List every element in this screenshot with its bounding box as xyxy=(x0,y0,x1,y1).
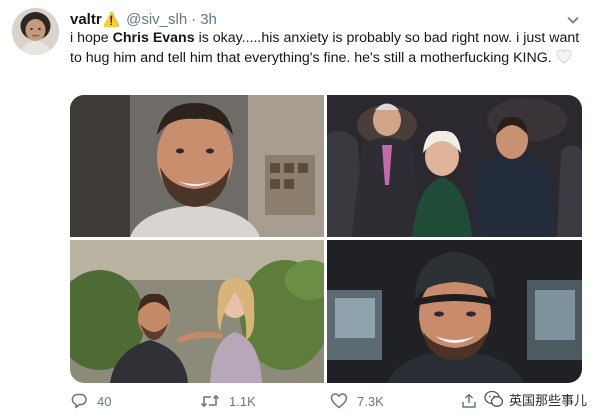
photo-event-crowd xyxy=(327,95,582,237)
mentioned-name: Chris Evans xyxy=(112,30,195,46)
media-photo-3[interactable] xyxy=(70,240,324,383)
retweet-count: 1.1K xyxy=(229,393,256,409)
warning-emoji-icon: ⚠️ xyxy=(102,10,121,27)
user-handle[interactable]: @siv_slh xyxy=(126,11,187,28)
media-grid xyxy=(70,95,582,383)
like-button[interactable]: 7.3K xyxy=(330,392,460,410)
separator-dot: · xyxy=(191,10,197,28)
avatar-image xyxy=(12,8,59,55)
wechat-logo-icon xyxy=(484,390,504,407)
retweet-button[interactable]: 1.1K xyxy=(200,392,330,410)
reply-icon xyxy=(71,393,87,409)
reply-button[interactable]: 40 xyxy=(70,392,200,410)
white-heart-icon xyxy=(556,48,572,71)
photo-man-with-child-garden xyxy=(70,240,324,383)
watermark-text: 英国那些事儿 xyxy=(508,392,587,408)
avatar[interactable] xyxy=(12,8,59,55)
watermark: 英国那些事儿 xyxy=(484,389,587,409)
retweet-icon xyxy=(200,395,220,407)
photo-man-in-cap-smiling xyxy=(327,240,582,383)
like-count: 7.3K xyxy=(357,393,384,409)
tweet-text-start: i hope xyxy=(70,30,113,46)
tweet-text: i hope Chris Evans is okay.....his anxie… xyxy=(70,29,585,70)
reply-count: 40 xyxy=(97,393,112,409)
display-name[interactable]: valtr xyxy=(70,11,102,28)
media-photo-2[interactable] xyxy=(327,95,582,237)
tweet-timestamp[interactable]: 3h xyxy=(200,11,217,28)
media-photo-4[interactable] xyxy=(327,240,582,383)
tweet-header: valtr ⚠️ @siv_slh · 3h xyxy=(70,9,585,29)
heart-icon xyxy=(330,393,348,409)
chevron-down-icon[interactable] xyxy=(563,10,583,30)
photo-man-smiling-indoors xyxy=(70,95,324,237)
share-icon xyxy=(462,393,476,408)
media-photo-1[interactable] xyxy=(70,95,324,237)
